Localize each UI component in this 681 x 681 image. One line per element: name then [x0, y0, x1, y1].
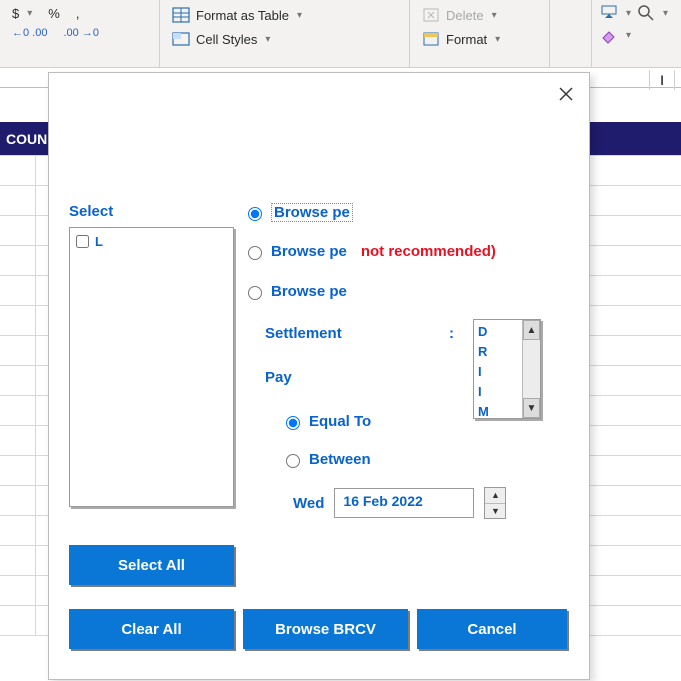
- editing-group: ▾ ▾ ▾: [591, 0, 681, 68]
- equal-to-radio[interactable]: [286, 416, 300, 430]
- settlement-listbox[interactable]: D R I I M ▲ ▼: [473, 319, 541, 419]
- format-cells-icon: [422, 30, 440, 48]
- chevron-down-icon: ▾: [626, 8, 631, 19]
- equal-to-option[interactable]: Equal To: [281, 413, 371, 430]
- comma-button[interactable]: ,: [72, 4, 84, 23]
- list-item[interactable]: L: [76, 234, 227, 249]
- browse-radio-1[interactable]: [248, 207, 262, 221]
- select-all-button[interactable]: Select All: [69, 545, 234, 585]
- scroll-down-button[interactable]: ▼: [523, 398, 540, 418]
- cancel-label: Cancel: [467, 621, 516, 638]
- cell-styles-button[interactable]: Cell Styles ▾: [168, 28, 401, 50]
- percent-button[interactable]: %: [44, 4, 64, 23]
- select-label: Select: [69, 203, 113, 220]
- eraser-icon: [600, 26, 618, 44]
- browse-radio-3[interactable]: [248, 286, 262, 300]
- date-spinner[interactable]: ▲ ▼: [484, 487, 506, 519]
- settlement-list-content: D R I I M: [478, 322, 520, 422]
- chevron-down-icon: ▾: [626, 30, 631, 41]
- scrollbar[interactable]: ▲ ▼: [522, 320, 540, 418]
- format-label: Format: [446, 32, 487, 47]
- percent-label: %: [48, 6, 60, 21]
- chevron-down-icon: ▾: [663, 8, 668, 19]
- fill-button[interactable]: ▾: [600, 4, 631, 22]
- currency-dropdown[interactable]: $▾: [8, 4, 36, 23]
- browse-option-2-label: Browse pe: [271, 243, 347, 260]
- increase-decimal-button[interactable]: .00 →0: [59, 25, 102, 41]
- decrease-decimal-button[interactable]: ←0 .00: [8, 25, 51, 41]
- list-item-label: L: [95, 234, 103, 249]
- format-as-table-button[interactable]: Format as Table ▾: [168, 4, 401, 26]
- scroll-up-button[interactable]: ▲: [523, 320, 540, 340]
- chevron-down-icon: ▾: [27, 8, 32, 19]
- search-icon: [637, 4, 655, 22]
- delete-button[interactable]: Delete ▾: [418, 4, 541, 26]
- cell-styles-icon: [172, 30, 190, 48]
- between-radio[interactable]: [286, 454, 300, 468]
- table-icon: [172, 6, 190, 24]
- browse-option-1[interactable]: Browse pe: [243, 203, 353, 222]
- date-value: 16 Feb 2022: [343, 493, 422, 509]
- not-recommended-label: not recommended): [361, 243, 496, 260]
- list-item-checkbox[interactable]: [76, 235, 89, 248]
- clear-all-button[interactable]: Clear All: [69, 609, 234, 649]
- settlement-label: Settlement: [265, 325, 342, 342]
- weekday-label: Wed: [293, 495, 324, 512]
- format-button[interactable]: Format ▾: [418, 28, 541, 50]
- browse-dialog: Select L Browse pe Browse pe not recomme…: [48, 72, 590, 680]
- between-label: Between: [309, 451, 371, 468]
- spin-up-button[interactable]: ▲: [485, 488, 505, 504]
- spin-down-button[interactable]: ▼: [485, 504, 505, 519]
- comma-label: ,: [76, 6, 80, 21]
- cancel-button[interactable]: Cancel: [417, 609, 567, 649]
- format-as-table-label: Format as Table: [196, 8, 289, 23]
- clear-button[interactable]: ▾: [600, 26, 673, 44]
- chevron-down-icon: ▾: [495, 34, 500, 45]
- chevron-down-icon: ▾: [297, 10, 302, 21]
- browse-brcv-label: Browse BRCV: [275, 621, 376, 638]
- ribbon: $▾ % , ←0 .00 .00 →0 Format as Table ▾ C…: [0, 0, 681, 68]
- dollar-label: $: [12, 6, 19, 21]
- browse-brcv-button[interactable]: Browse BRCV: [243, 609, 408, 649]
- chevron-down-icon: ▾: [265, 34, 270, 45]
- fill-down-icon: [600, 4, 618, 22]
- find-button[interactable]: ▾: [637, 4, 668, 22]
- browse-option-2[interactable]: Browse pe not recommended): [243, 243, 496, 260]
- select-all-label: Select All: [118, 557, 185, 574]
- delete-label: Delete: [446, 8, 484, 23]
- between-option[interactable]: Between: [281, 451, 371, 468]
- browse-option-3[interactable]: Browse pe: [243, 283, 347, 300]
- select-listbox[interactable]: L: [69, 227, 234, 507]
- date-input[interactable]: 16 Feb 2022: [334, 488, 474, 518]
- browse-radio-2[interactable]: [248, 246, 262, 260]
- date-row: Wed 16 Feb 2022 ▲ ▼: [293, 487, 506, 519]
- chevron-down-icon: ▾: [492, 10, 497, 21]
- browse-option-3-label: Browse pe: [271, 283, 347, 300]
- pay-label: Pay: [265, 369, 292, 386]
- close-button[interactable]: [551, 79, 581, 109]
- equal-to-label: Equal To: [309, 413, 371, 430]
- delete-cells-icon: [422, 6, 440, 24]
- close-icon: [558, 86, 574, 102]
- browse-option-1-label: Browse pe: [271, 203, 353, 222]
- clear-all-label: Clear All: [121, 621, 181, 638]
- settlement-colon: :: [449, 325, 454, 342]
- cell-styles-label: Cell Styles: [196, 32, 257, 47]
